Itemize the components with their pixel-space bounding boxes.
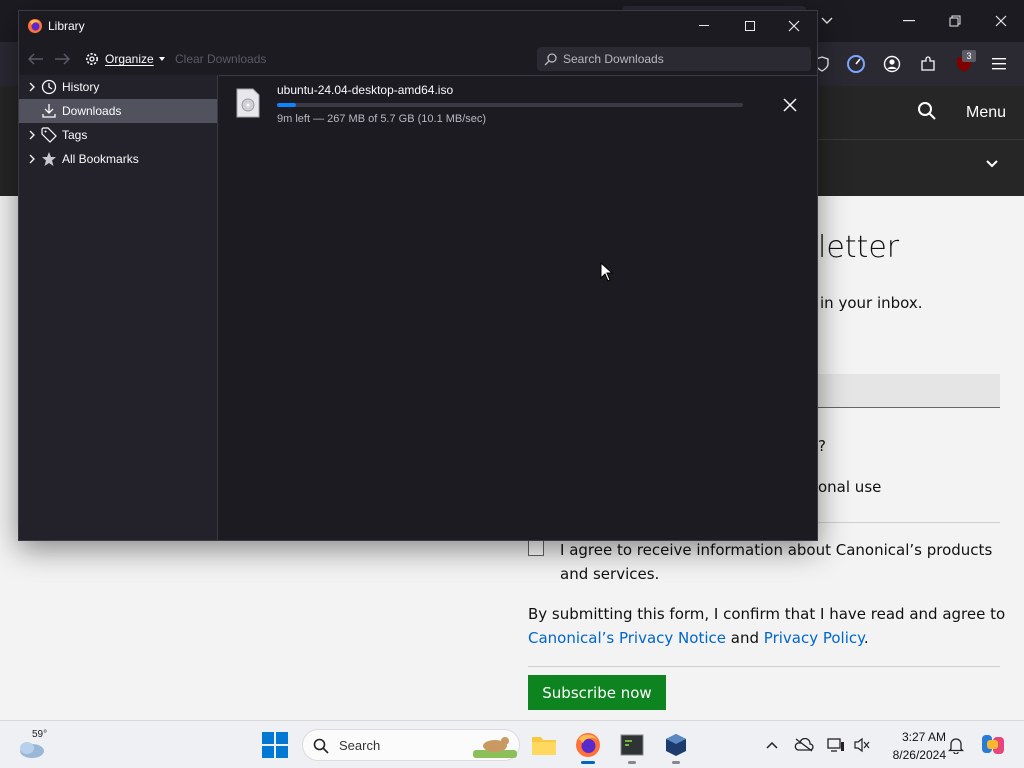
library-title: Library: [48, 19, 85, 33]
legal-text: By submitting this form, I confirm that …: [528, 602, 1008, 650]
privacy-notice-link[interactable]: Canonical’s Privacy Notice: [528, 629, 726, 647]
form-question-fragment: ?: [818, 437, 826, 455]
library-titlebar: Library: [19, 11, 817, 43]
subscribe-button[interactable]: Subscribe now: [528, 675, 666, 710]
legal-prefix: By submitting this form, I confirm that …: [528, 605, 1006, 623]
extensions-icon[interactable]: [914, 50, 942, 78]
library-maximize-button[interactable]: [727, 11, 773, 41]
agree-checkbox[interactable]: [528, 540, 544, 556]
site-header-divider: [818, 139, 1024, 140]
extension-badge-count: 3: [962, 50, 976, 62]
browser-minimize-button[interactable]: [886, 0, 932, 42]
sidebar-item-label: History: [62, 80, 100, 94]
search-icon: [544, 53, 557, 66]
weather-temperature: 59°: [32, 729, 48, 740]
download-file-name: ubuntu-24.04-desktop-amd64.iso: [277, 83, 454, 97]
expand-chevron-icon[interactable]: [27, 154, 37, 164]
newsletter-heading: letter: [818, 230, 900, 265]
download-progress-fill: [277, 103, 296, 107]
sidebar-item-label: Downloads: [62, 104, 122, 118]
expand-chevron-icon[interactable]: [27, 130, 37, 140]
agree-label: I agree to receive information about Can…: [560, 541, 993, 583]
network-display-icon[interactable]: [826, 735, 846, 755]
firefox-icon: [27, 18, 43, 34]
library-toolbar: Organize Clear Downloads: [19, 43, 817, 75]
downloads-list: ubuntu-24.04-desktop-amd64.iso 9m left —…: [219, 75, 817, 540]
folder-icon: [532, 737, 556, 755]
library-minimize-button[interactable]: [681, 11, 727, 41]
download-item[interactable]: ubuntu-24.04-desktop-amd64.iso 9m left —…: [219, 76, 817, 132]
browser-restore-button[interactable]: [932, 0, 978, 42]
cloud-weather-icon: [20, 742, 44, 758]
site-menu-button[interactable]: Menu: [966, 104, 1006, 122]
account-icon[interactable]: [878, 50, 906, 78]
taskbar-file-explorer[interactable]: [528, 729, 560, 761]
newsletter-subheading: in your inbox.: [820, 294, 923, 312]
site-search-icon[interactable]: [916, 100, 940, 124]
taskbar-search-box[interactable]: Search: [302, 729, 520, 761]
volume-muted-icon[interactable]: [852, 735, 872, 755]
mouse-cursor-icon: [600, 262, 614, 282]
clock-date[interactable]: 8/26/2024: [884, 748, 946, 762]
cancel-download-button[interactable]: [779, 94, 801, 116]
email-field[interactable]: [818, 374, 1000, 408]
taskbar-virtualbox[interactable]: [660, 729, 692, 764]
chevron-down-icon[interactable]: [982, 154, 1002, 174]
organize-button[interactable]: Organize: [84, 49, 165, 69]
sidebar-item-downloads[interactable]: Downloads: [19, 99, 217, 123]
privacy-policy-link[interactable]: Privacy Policy: [764, 629, 864, 647]
copilot-icon[interactable]: [980, 732, 1006, 758]
terminal-icon: [620, 734, 644, 756]
notification-bell-icon[interactable]: [946, 735, 966, 755]
forward-arrow-icon[interactable]: [52, 50, 72, 68]
sidebar-item-label: Tags: [62, 128, 88, 142]
sidebar-item-label: All Bookmarks: [62, 152, 139, 166]
star-icon: [42, 152, 56, 166]
taskbar-search-label: Search: [339, 738, 381, 753]
taskbar-firefox[interactable]: [572, 729, 604, 764]
expand-chevron-icon[interactable]: [27, 82, 37, 92]
start-button[interactable]: [262, 732, 288, 758]
windows-logo-icon: [262, 732, 288, 758]
sidebar-item-history[interactable]: History: [19, 75, 217, 99]
onedrive-offline-icon[interactable]: [794, 735, 814, 755]
running-indicator: [672, 761, 680, 764]
library-window: Library Organize Clear Downloads Search …: [18, 10, 818, 541]
browser-close-button[interactable]: [978, 0, 1024, 42]
search-downloads-input[interactable]: [563, 48, 808, 70]
close-icon: [783, 98, 797, 112]
library-sidebar: History Downloads Tags All Bookmarks: [19, 75, 218, 540]
library-close-button[interactable]: [771, 11, 817, 41]
taskbar: 59° Search 3:27 AM 8/26/2024: [0, 720, 1024, 768]
tag-icon: [41, 127, 57, 143]
back-arrow-icon[interactable]: [26, 50, 46, 68]
download-status: 9m left — 267 MB of 5.7 GB (10.1 MB/sec): [277, 113, 487, 125]
organize-label: Organize: [105, 52, 154, 66]
search-highlight-image-icon: [473, 737, 517, 758]
taskbar-terminal[interactable]: [616, 729, 648, 764]
running-indicator: [628, 761, 636, 764]
gear-icon: [86, 53, 98, 65]
clear-downloads-button[interactable]: Clear Downloads: [175, 52, 266, 66]
search-icon: [313, 738, 329, 754]
download-progress-bar: [277, 103, 743, 107]
form-divider: [528, 666, 1000, 667]
sidebar-item-tags[interactable]: Tags: [19, 123, 217, 147]
legal-and: and: [730, 629, 759, 647]
clock-icon: [41, 79, 57, 95]
speed-gauge-icon[interactable]: [842, 50, 870, 78]
sidebar-item-all-bookmarks[interactable]: All Bookmarks: [19, 147, 217, 171]
download-icon: [42, 104, 56, 118]
dropdown-arrow-icon: [158, 57, 165, 61]
search-box: [537, 47, 811, 71]
firefox-icon: [576, 733, 600, 757]
legal-suffix: .: [863, 629, 869, 647]
running-indicator: [581, 761, 595, 764]
disc-image-file-icon: [236, 88, 260, 118]
hamburger-menu-icon[interactable]: [986, 50, 1014, 78]
tray-overflow-chevron-icon[interactable]: [762, 735, 782, 755]
clock-time[interactable]: 3:27 AM: [884, 730, 946, 744]
form-option-fragment: onal use: [818, 478, 882, 496]
virtualbox-icon: [666, 734, 686, 756]
